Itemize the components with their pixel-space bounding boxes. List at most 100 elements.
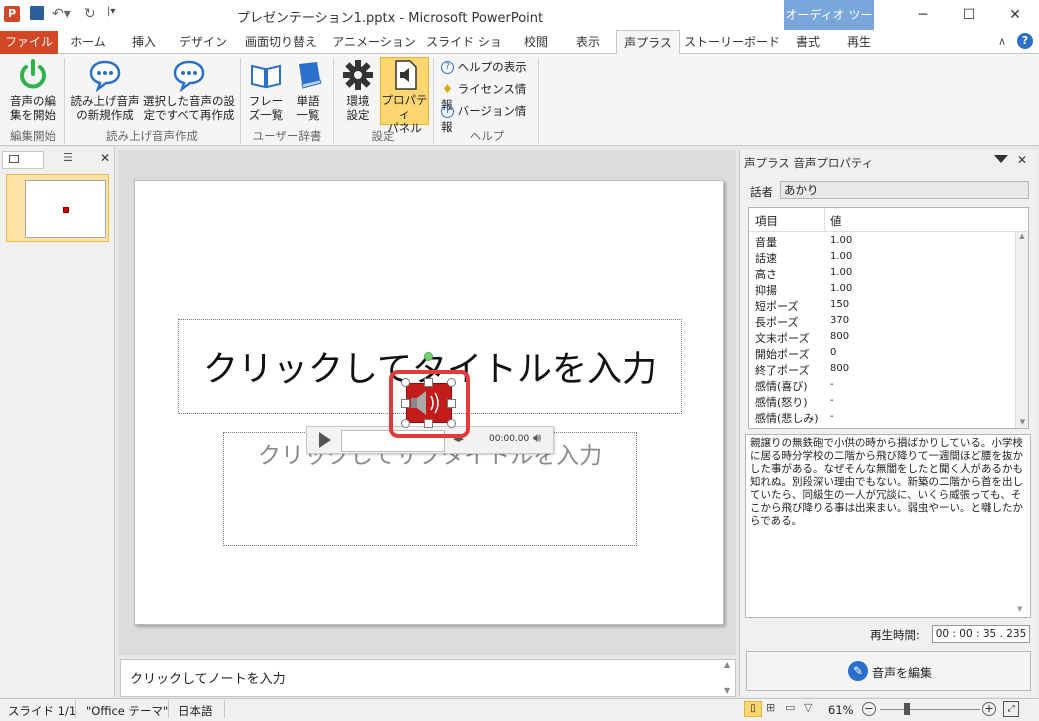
slide-sorter-icon[interactable]: ⊞	[766, 701, 775, 714]
textbox-scroll-down-icon[interactable]: ▼	[1017, 605, 1022, 613]
row-item: 長ポーズ	[755, 316, 799, 329]
table-row[interactable]: 抑揚 1.00	[749, 281, 1014, 297]
fit-slide-icon[interactable]: ⤢	[1003, 701, 1019, 717]
resize-handle[interactable]	[401, 378, 410, 387]
textbox-scroll-up-icon[interactable]: ▲	[1017, 437, 1022, 445]
regen-selected-button[interactable]: 選択した音声の設 定ですべて再作成	[142, 58, 236, 126]
new-voice-button[interactable]: 読み上げ音声 の新規作成	[68, 58, 142, 126]
row-value: -	[830, 379, 834, 390]
speech-text-area[interactable]: 親譲りの無鉄砲で小供の時から損ばかりしている。小学校に居る時分学校の二階から飛び…	[745, 434, 1031, 618]
version-info-button[interactable]: i バージョン情報	[441, 103, 537, 134]
row-item: 終了ポーズ	[755, 364, 810, 377]
row-item: 短ポーズ	[755, 300, 799, 313]
thumbnail-slide-image	[25, 180, 106, 238]
close-pane-icon[interactable]: ✕	[97, 151, 113, 169]
tab-design[interactable]: デザイン	[174, 30, 232, 54]
zoom-slider-thumb[interactable]	[904, 703, 910, 715]
tab-file[interactable]: ファイル	[0, 31, 58, 54]
property-panel-button[interactable]: プロパティ パネル	[380, 57, 429, 135]
license-info-button[interactable]: ♦ ライセンス情報	[441, 81, 537, 112]
resize-handle[interactable]	[424, 378, 433, 387]
help-icon[interactable]: ?	[1017, 33, 1033, 49]
table-row[interactable]: 長ポーズ 370	[749, 313, 1014, 329]
resize-handle[interactable]	[447, 419, 456, 428]
notes-placeholder: クリックしてノートを入力	[130, 672, 286, 687]
row-value: 1.00	[830, 235, 853, 246]
volume-icon[interactable]: 🔊︎	[533, 431, 541, 446]
tab-review[interactable]: 校閲	[512, 30, 560, 54]
table-row[interactable]: 音量 1.00	[749, 233, 1014, 249]
slide-thumbnail[interactable]	[6, 174, 109, 242]
env-settings-button[interactable]: 環境 設定	[337, 58, 379, 126]
close-button[interactable]: ✕	[992, 0, 1038, 30]
panel-menu-icon[interactable]	[994, 155, 1008, 163]
tab-format[interactable]: 書式	[786, 30, 830, 54]
resize-handle[interactable]	[401, 419, 410, 428]
tab-home[interactable]: ホーム	[62, 30, 114, 54]
panel-title: 声プラス 音声プロパティ	[744, 156, 874, 170]
phrase-list-button[interactable]: フレー ズ一覧	[244, 58, 288, 126]
start-edit-button[interactable]: 音声の編 集を開始	[4, 58, 62, 126]
regen-selected-label-2: 定ですべて再作成	[143, 108, 235, 122]
zoom-slider[interactable]	[880, 709, 980, 710]
panel-close-icon[interactable]: ✕	[1017, 153, 1027, 167]
tab-view[interactable]: 表示	[564, 30, 612, 54]
table-row[interactable]: 話速 1.00	[749, 249, 1014, 265]
speaker-select[interactable]: あかり	[780, 181, 1029, 199]
resize-handle[interactable]	[401, 399, 410, 408]
outline-tab[interactable]: ☰	[46, 151, 90, 169]
normal-view-icon[interactable]: ▯	[744, 701, 762, 717]
group-separator	[333, 58, 334, 144]
table-row[interactable]: 開始ポーズ 0	[749, 345, 1014, 361]
speech-text: 親譲りの無鉄砲で小供の時から損ばかりしている。小学校に居る時分学校の二階から飛び…	[750, 437, 1023, 527]
table-row[interactable]: 高さ 1.00	[749, 265, 1014, 281]
slideshow-view-icon[interactable]: ▽	[804, 701, 812, 714]
maximize-button[interactable]: ☐	[946, 0, 992, 30]
table-row[interactable]: 感情(怒り) -	[749, 393, 1014, 409]
zoom-out-icon[interactable]: −	[862, 702, 876, 716]
audio-object[interactable]	[406, 383, 452, 423]
table-scrollbar[interactable]: ▲ ▼	[1015, 232, 1028, 428]
edit-voice-button[interactable]: ✎ 音声を編集	[746, 651, 1031, 691]
help-show-button[interactable]: ? ヘルプの表示	[441, 59, 537, 76]
property-table[interactable]: 項目 値 音量 1.00 話速 1.00 高さ 1.00 抑揚 1.00 短ポーズ 150 長ポーズ…	[748, 207, 1029, 429]
gear-icon	[343, 60, 373, 90]
tab-koeplus[interactable]: 声プラス	[616, 30, 680, 55]
tab-storyboard[interactable]: ストーリーボード	[684, 30, 780, 54]
zoom-in-icon[interactable]: +	[982, 702, 996, 716]
status-language[interactable]: 日本語	[178, 703, 213, 719]
table-row[interactable]: 感情(悲しみ) -	[749, 409, 1014, 425]
scroll-down-icon[interactable]: ▼	[1016, 418, 1029, 426]
reading-view-icon[interactable]: ▭	[785, 701, 795, 714]
speech-bubble-refresh-icon	[173, 60, 205, 92]
property-panel-label-1: プロパティ	[381, 93, 428, 121]
tab-slideshow[interactable]: スライド ショー	[422, 30, 506, 73]
tab-transitions[interactable]: 画面切り替え	[238, 30, 324, 54]
power-icon	[20, 59, 46, 89]
notes-scroll-up-icon[interactable]: ▲	[724, 660, 730, 669]
table-row[interactable]: 文末ポーズ 800	[749, 329, 1014, 345]
table-row[interactable]: 終了ポーズ 800	[749, 361, 1014, 377]
tab-animations[interactable]: アニメーション	[330, 30, 418, 54]
scroll-up-icon[interactable]: ▲	[1016, 232, 1028, 240]
row-value: 1.00	[830, 283, 853, 294]
row-value: 800	[830, 331, 850, 342]
resize-handle[interactable]	[424, 419, 433, 428]
tab-insert[interactable]: 挿入	[118, 30, 170, 54]
group-separator	[433, 58, 434, 144]
minimize-button[interactable]: ─	[900, 0, 946, 30]
collapse-ribbon-icon[interactable]: ∧	[998, 35, 1006, 48]
resize-handle[interactable]	[447, 399, 456, 408]
tab-playback[interactable]: 再生	[836, 30, 882, 54]
table-row[interactable]: 感情(喜び) -	[749, 377, 1014, 393]
new-voice-label-2: の新規作成	[76, 108, 134, 122]
zoom-level[interactable]: 61%	[828, 703, 854, 717]
play-icon[interactable]	[319, 432, 331, 448]
notes-scroll-down-icon[interactable]: ▼	[724, 686, 730, 695]
rotation-handle[interactable]	[424, 352, 433, 361]
resize-handle[interactable]	[447, 378, 456, 387]
table-row[interactable]: 短ポーズ 150	[749, 297, 1014, 313]
row-value: 370	[830, 315, 850, 326]
word-list-button[interactable]: 単語 一覧	[288, 58, 328, 126]
slides-tab[interactable]	[2, 151, 44, 169]
